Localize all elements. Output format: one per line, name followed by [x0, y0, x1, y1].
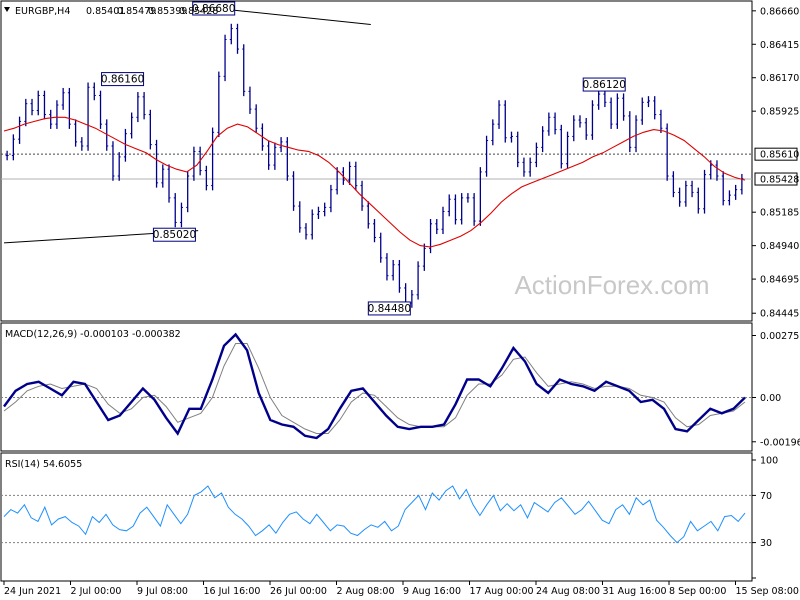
price-y-axis: 0.86660 0.86415 0.86170 0.85925 0.85610 0.854… — [752, 6, 799, 320]
ohlc-close: 0.85428 — [179, 6, 218, 17]
x-axis-label: 16 Jul 16:00 — [204, 586, 261, 597]
rsi-y-label: 100 — [760, 456, 778, 467]
annotation-label: 0.84480 — [368, 303, 411, 315]
macd-plot-area — [0, 322, 753, 452]
y-axis-label: 0.85925 — [760, 107, 799, 118]
rsi-y-label: 30 — [760, 538, 772, 549]
rsi-plot-area — [0, 452, 753, 582]
y-axis-label: 0.85185 — [760, 208, 799, 219]
macd-y-label: 0.00 — [760, 393, 781, 404]
x-axis-label: 9 Jul 08:00 — [137, 586, 188, 597]
y-axis-label: 0.86660 — [760, 6, 799, 17]
macd-y-label: 0.002755 — [760, 331, 800, 342]
y-axis-label: 0.86415 — [760, 40, 799, 51]
y-axis-label: 0.85428 — [760, 175, 799, 186]
x-axis-label: 2 Aug 08:00 — [337, 586, 395, 597]
x-axis-label: 17 Aug 00:00 — [470, 586, 534, 597]
macd-y-label: -0.001968 — [760, 437, 800, 448]
y-axis-label: 0.84695 — [760, 275, 799, 286]
x-axis-label: 26 Jul 00:00 — [270, 586, 327, 597]
x-axis-label: 8 Sep 00:00 — [669, 586, 726, 597]
macd-title: MACD(12,26,9) -0.000103 -0.000382 — [5, 329, 181, 340]
instrument-title: EURGBP,H4 — [15, 6, 70, 17]
x-axis-label: 9 Aug 16:00 — [403, 586, 461, 597]
y-axis-label: 0.84445 — [760, 309, 799, 320]
y-axis-label: 0.85610 — [760, 150, 799, 161]
x-axis-label: 15 Sep 08:00 — [736, 586, 799, 597]
x-axis-label: 24 Jun 2021 — [4, 586, 61, 597]
main-panel: ActionForex.com 0.866800.861600.850200.8… — [0, 0, 799, 322]
y-axis-label: 0.86170 — [760, 73, 799, 84]
annotation-label: 0.85020 — [153, 229, 196, 241]
x-axis-label: 2 Jul 00:00 — [71, 586, 122, 597]
x-axis-label: 24 Aug 08:00 — [536, 586, 600, 597]
macd-y-axis: 0.002755 0.00 -0.001968 — [752, 331, 800, 448]
chart-canvas: ActionForex.com 0.866800.861600.850200.8… — [0, 0, 800, 597]
rsi-y-label: 70 — [760, 491, 772, 502]
y-axis-label: 0.84940 — [760, 241, 799, 252]
x-axis-label: 31 Aug 16:00 — [603, 586, 667, 597]
rsi-title: RSI(14) 54.6055 — [5, 459, 82, 470]
macd-panel: 0.002755 0.00 -0.001968 MACD(12,26,9) -0.0… — [0, 322, 800, 452]
rsi-panel: 100 70 30 RSI(14) 54.6055 — [0, 452, 778, 582]
rsi-y-axis: 100 70 30 — [752, 456, 778, 579]
time-x-axis: 24 Jun 2021 2 Jul 00:00 9 Jul 08:00 16 Jul … — [3, 581, 799, 597]
annotation-label: 0.86160 — [101, 74, 144, 86]
watermark: ActionForex.com — [514, 270, 709, 300]
annotation-label: 0.86120 — [582, 79, 625, 91]
